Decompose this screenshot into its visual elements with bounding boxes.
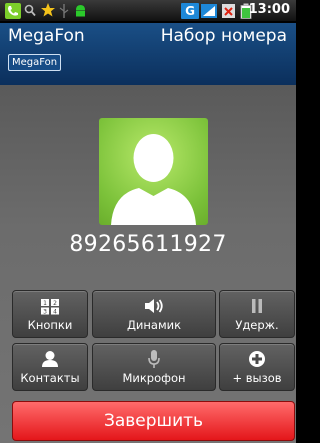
plus-circle-icon <box>249 351 265 367</box>
keypad-label: Кнопки <box>27 318 73 332</box>
keypad-icon: 1 2 3 4 <box>41 298 59 315</box>
svg-text:1: 1 <box>43 300 47 307</box>
svg-text:2: 2 <box>53 300 57 307</box>
mute-button[interactable]: Микрофон <box>92 343 216 391</box>
call-state-label: Набор номера <box>160 26 287 46</box>
svg-text:3: 3 <box>43 308 47 315</box>
signal-icon <box>201 4 217 18</box>
pause-icon <box>252 299 262 313</box>
star-icon <box>41 3 55 17</box>
add-call-button[interactable]: + вызов <box>219 343 295 391</box>
operator-name: MegaFon <box>8 26 85 46</box>
speaker-icon <box>145 299 163 313</box>
microphone-icon <box>148 350 160 368</box>
network-type-indicator: G <box>181 3 199 19</box>
hold-label: Удерж. <box>235 318 279 332</box>
contact-photo <box>99 118 208 225</box>
contacts-label: Контакты <box>20 371 80 385</box>
phone-number: 89265611927 <box>69 232 227 257</box>
search-icon <box>24 4 36 17</box>
contacts-button[interactable]: Контакты <box>12 343 88 391</box>
sim-icon <box>222 4 235 18</box>
speaker-button[interactable]: Динамик <box>92 290 216 338</box>
contact-person-icon <box>42 351 58 367</box>
speaker-label: Динамик <box>126 318 182 332</box>
add-call-label: + вызов <box>232 371 282 385</box>
status-bar: G 13:00 <box>0 0 296 22</box>
usb-icon <box>59 4 69 18</box>
mute-label: Микрофон <box>122 371 186 385</box>
call-header: MegaFon MegaFon Набор номера <box>0 23 296 85</box>
phone-icon <box>5 3 21 19</box>
end-call-button[interactable]: Завершить <box>12 401 295 441</box>
status-time: 13:00 <box>248 2 290 17</box>
person-silhouette-icon <box>111 134 196 225</box>
call-screen: 89265611927 1 2 3 4 Кнопки Динамик Удерж… <box>0 85 296 443</box>
keypad-button[interactable]: 1 2 3 4 Кнопки <box>12 290 88 338</box>
operator-badge: MegaFon <box>8 54 62 71</box>
android-icon <box>76 5 85 17</box>
hold-button[interactable]: Удерж. <box>219 290 295 338</box>
svg-text:4: 4 <box>53 308 57 315</box>
